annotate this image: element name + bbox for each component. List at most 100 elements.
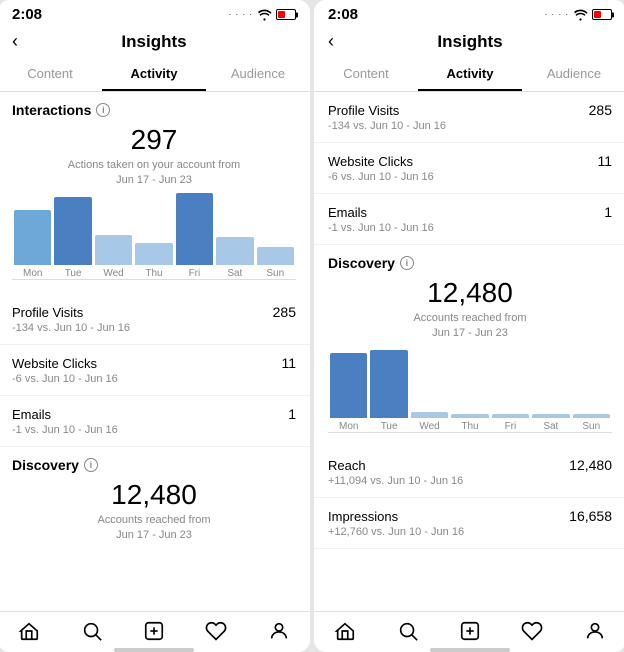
nav-home-right[interactable] [314,620,376,642]
metric-website-sub-left: -6 vs. Jun 10 - Jun 16 [12,373,296,385]
battery-fill-left [278,11,285,18]
chart-axis-right [328,432,612,433]
bar-wed-label-right: Wed [419,421,439,432]
metric-profile-top-right: Profile Visits 285 [328,102,612,118]
home-icon-left [18,620,40,642]
bar-mon-fill-left [14,210,51,265]
discovery-title-right: Discovery i [328,255,612,271]
nav-search-left[interactable] [60,620,122,642]
back-button-right[interactable]: ‹ [328,31,352,52]
metric-profile-name-left: Profile Visits [12,305,83,320]
battery-icon-left [276,9,296,20]
status-bar-right: 2:08 · · · · [314,0,624,27]
discovery-sub-left: Accounts reached fromJun 17 - Jun 23 [12,513,296,544]
interactions-section: Interactions i 297 Actions taken on your… [0,92,310,294]
metric-impressions-value-right: 16,658 [569,508,612,524]
discovery-number-right: 12,480 [328,277,612,309]
discovery-bars-right: Mon Tue Wed Thu [328,352,612,432]
home-bar-left [114,648,194,652]
interactions-sub: Actions taken on your account fromJun 17… [12,158,296,189]
nav-add-left[interactable] [123,620,185,642]
bar-tue-left: Tue [54,197,91,279]
metric-emails-top-right: Emails 1 [328,204,612,220]
metric-reach-sub-right: +11,094 vs. Jun 10 - Jun 16 [328,475,612,487]
discovery-info-icon-left[interactable]: i [84,458,98,472]
tab-audience-right[interactable]: Audience [522,58,624,91]
nav-likes-right[interactable] [501,620,563,642]
interactions-info-icon[interactable]: i [96,103,110,117]
metric-website-left: Website Clicks 11 -6 vs. Jun 10 - Jun 16 [0,345,310,396]
discovery-info-icon-right[interactable]: i [400,256,414,270]
metric-reach-top-right: Reach 12,480 [328,457,612,473]
status-icons-left: · · · · [229,9,296,21]
discovery-section-left: Discovery i 12,480 Accounts reached from… [0,447,310,554]
chart-axis-left [12,279,296,280]
nav-bar-right: ‹ Insights [314,27,624,58]
metric-profile-sub-right: -134 vs. Jun 10 - Jun 16 [328,120,612,132]
nav-home-left[interactable] [0,620,60,642]
status-time-right: 2:08 [328,6,358,23]
phones-container: 2:08 · · · · ‹ Insights Content Activity [0,0,624,652]
nav-add-right[interactable] [439,620,501,642]
bar-sat-label-right: Sat [543,421,558,432]
bar-sun-fill-right [573,414,610,418]
profile-icon-left [268,620,290,642]
nav-search-right[interactable] [376,620,438,642]
search-icon-left [81,620,103,642]
home-bar-right [430,648,510,652]
metric-website-top-right: Website Clicks 11 [328,153,612,169]
nav-likes-left[interactable] [185,620,247,642]
bar-sun-right: Sun [573,414,610,432]
heart-icon-right [521,620,543,642]
bar-sat-right: Sat [532,414,569,432]
nav-profile-right[interactable] [564,620,624,642]
bar-fri-right: Fri [492,414,529,432]
interactions-number: 297 [12,124,296,156]
wifi-icon-right [573,9,588,21]
tab-content-left[interactable]: Content [0,58,102,91]
metric-emails-top-left: Emails 1 [12,406,296,422]
page-title-right: Insights [352,32,588,52]
home-indicator-left [0,648,310,652]
metric-emails-sub-left: -1 vs. Jun 10 - Jun 16 [12,424,296,436]
battery-container-left [276,9,296,20]
discovery-section-right: Discovery i 12,480 Accounts reached from… [314,245,624,447]
metric-impressions-right: Impressions 16,658 +12,760 vs. Jun 10 - … [314,498,624,549]
battery-fill-right [594,11,601,18]
bar-thu-left: Thu [135,243,172,279]
metric-website-value-right: 11 [597,153,612,169]
metric-profile-name-right: Profile Visits [328,103,399,118]
phone-right: 2:08 · · · · ‹ Insights Content Activity [314,0,624,652]
bar-fri-label-right: Fri [505,421,517,432]
battery-tip-right [612,12,614,17]
bar-sun-left: Sun [257,247,294,279]
tab-activity-right[interactable]: Activity [418,58,522,91]
metric-website-value-left: 11 [281,355,296,371]
tab-content-right[interactable]: Content [314,58,418,91]
signal-icon-left: · · · · [229,10,253,19]
bar-wed-left: Wed [95,235,132,279]
battery-icon-right [592,9,612,20]
interactions-bars: Mon Tue Wed Thu [12,199,296,279]
metric-website-right: Website Clicks 11 -6 vs. Jun 10 - Jun 16 [314,143,624,194]
metric-website-name-left: Website Clicks [12,356,97,371]
add-icon-left [143,620,165,642]
bar-tue-label-right: Tue [381,421,398,432]
back-button-left[interactable]: ‹ [12,31,36,52]
bar-tue-label-left: Tue [65,268,82,279]
nav-bar-left: ‹ Insights [0,27,310,58]
profile-icon-right [584,620,606,642]
tab-activity-left[interactable]: Activity [102,58,206,91]
tabs-right: Content Activity Audience [314,58,624,92]
nav-profile-left[interactable] [248,620,310,642]
bar-tue-fill-left [54,197,91,265]
bar-mon-left: Mon [14,210,51,279]
discovery-title-left: Discovery i [12,457,296,473]
tabs-left: Content Activity Audience [0,58,310,92]
tab-audience-left[interactable]: Audience [206,58,310,91]
metric-profile-visits-left: Profile Visits 285 -134 vs. Jun 10 - Jun… [0,294,310,345]
discovery-number-left: 12,480 [12,479,296,511]
bar-fri-fill-left [176,193,213,265]
metric-impressions-name-right: Impressions [328,509,398,524]
metric-profile-top-left: Profile Visits 285 [12,304,296,320]
